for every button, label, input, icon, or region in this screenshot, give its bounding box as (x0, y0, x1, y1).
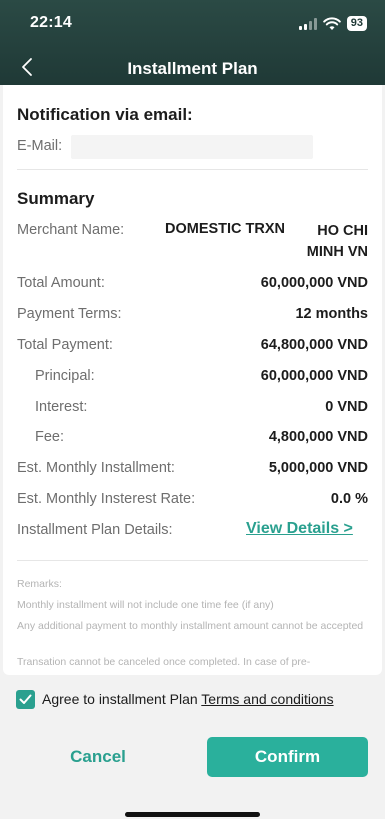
summary-row-label: Total Amount: (17, 275, 105, 291)
summary-row-value: 60,000,000 VND (260, 368, 368, 384)
summary-row-label: Fee: (35, 429, 65, 445)
cancel-button[interactable]: Cancel (38, 737, 158, 777)
home-indicator (125, 812, 260, 817)
plan-card: Notification via email: E-Mail: Summary … (3, 85, 382, 675)
agree-checkbox[interactable] (16, 690, 35, 709)
remark-line: Monthly installment will not include one… (17, 599, 274, 611)
summary-title: Summary (17, 189, 95, 208)
email-field (71, 135, 313, 159)
summary-row-value: 0.0 % (330, 491, 368, 507)
details-label: Installment Plan Details: (17, 522, 173, 538)
agree-label: Agree to installment Plan (42, 691, 202, 707)
footer: Agree to installment Plan Terms and cond… (0, 675, 385, 819)
summary-row-value: 4,800,000 VND (268, 429, 368, 445)
notification-title: Notification via email: (17, 105, 193, 124)
summary-row-label: Total Payment: (17, 337, 113, 353)
page-title: Installment Plan (127, 59, 258, 78)
merchant-value-location: HO CHI MINH VN (306, 223, 368, 260)
confirm-button[interactable]: Confirm (207, 737, 368, 777)
email-label: E-Mail: (17, 138, 63, 154)
summary-row-label: Payment Terms: (17, 306, 122, 322)
battery-icon: 93 (346, 16, 367, 31)
summary-row-value: 5,000,000 VND (268, 460, 368, 476)
nav-bar: Installment Plan (0, 52, 385, 84)
checkmark-icon (19, 694, 32, 704)
summary-row-value: 64,800,000 VND (260, 337, 368, 353)
wifi-icon (322, 16, 341, 30)
summary-row-value: 12 months (295, 306, 368, 322)
remarks-title: Remarks: (17, 578, 62, 590)
view-details-link[interactable]: View Details > (246, 520, 353, 538)
status-icons: 93 (298, 16, 367, 31)
divider (17, 560, 368, 561)
terms-link[interactable]: Terms and conditions (201, 691, 333, 707)
merchant-value-primary: DOMESTIC TRXN (165, 221, 286, 237)
cellular-signal-icon (298, 17, 317, 30)
summary-row-value: 60,000,000 VND (260, 275, 368, 291)
agree-text: Agree to installment Plan Terms and cond… (42, 691, 334, 707)
summary-row-label: Interest: (35, 399, 88, 415)
app-header: 22:14 93 Installment Plan (0, 0, 385, 85)
divider (17, 169, 368, 170)
status-time: 22:14 (30, 14, 72, 31)
merchant-label: Merchant Name: (17, 222, 125, 238)
status-bar: 22:14 93 (0, 14, 385, 36)
remark-line: Transation cannot be canceled once compl… (17, 656, 311, 668)
summary-row-value: 0 VND (325, 399, 368, 415)
summary-row-label: Est. Monthly Insterest Rate: (17, 491, 196, 507)
summary-row-label: Est. Monthly Installment: (17, 460, 175, 476)
remark-line: Any additional payment to monthly instal… (17, 620, 364, 632)
summary-row-label: Principal: (35, 368, 95, 384)
